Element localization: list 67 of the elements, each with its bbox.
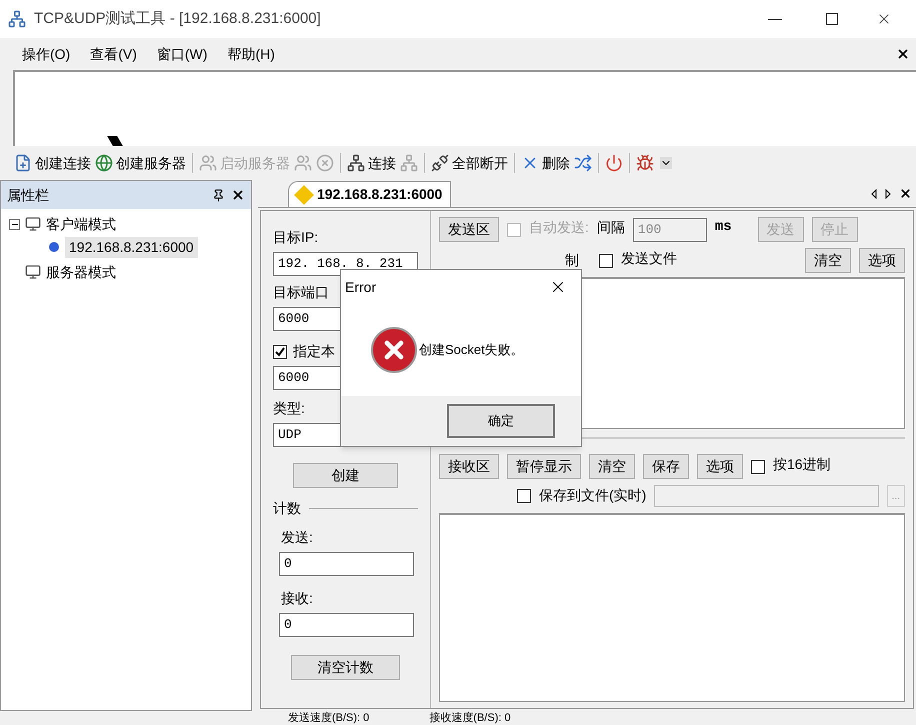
maximize-icon[interactable]	[826, 13, 838, 25]
field-label: 发送文件	[621, 249, 677, 268]
checkbox[interactable]	[599, 254, 613, 268]
tab-left-icon[interactable]	[871, 189, 877, 199]
minimize-icon[interactable]	[768, 18, 782, 20]
field-label: 制	[565, 251, 579, 270]
collapse-toggle[interactable]	[9, 218, 20, 230]
ok-button[interactable]: 确定	[447, 404, 555, 438]
field-label: ms	[714, 218, 732, 237]
tree-item[interactable]: 服务器模式	[46, 262, 116, 282]
overflow-icon[interactable]	[660, 157, 672, 169]
menu-item[interactable]: 查看(V)	[90, 44, 137, 64]
dialog-message: 创建Socket失败。	[419, 341, 524, 360]
field-label: 计数	[273, 499, 301, 518]
push-button[interactable]: 清空计数	[291, 655, 400, 680]
toolbar-button[interactable]: 全部断开	[431, 152, 508, 174]
window-title: TCP&UDP测试工具 - [192.168.8.231:6000]	[34, 8, 321, 29]
toolbar-button[interactable]: 删除	[521, 152, 570, 174]
input-field[interactable]: 0	[279, 613, 414, 637]
pin-icon[interactable]	[212, 188, 225, 202]
toolbar-button[interactable]: 创建服务器	[95, 152, 186, 174]
computer-icon	[25, 264, 41, 280]
panel-title: 属性栏	[7, 186, 50, 204]
toolbar-button[interactable]: 创建连接	[14, 152, 91, 174]
close-icon[interactable]	[899, 187, 912, 200]
field-label: 发送:	[281, 528, 313, 547]
receive-text-area[interactable]	[439, 513, 905, 702]
push-button[interactable]: 清空	[589, 454, 635, 479]
close-icon[interactable]	[896, 47, 910, 61]
field-label: 指定本	[293, 342, 335, 361]
status-text: 接收速度(B/S): 0	[429, 712, 511, 724]
field-label: 间隔	[596, 218, 625, 237]
field-label: 按16进制	[773, 455, 831, 474]
field-label: 目标端口	[273, 283, 329, 302]
menu-item[interactable]: 窗口(W)	[156, 44, 208, 64]
toolbar-button[interactable]: 连接	[347, 152, 396, 174]
checkbox[interactable]	[273, 344, 287, 358]
dialog-title: Error	[345, 278, 378, 296]
file-path-field[interactable]	[654, 485, 879, 507]
field-label: 类型:	[273, 399, 305, 418]
push-button[interactable]: 发送区	[439, 217, 499, 242]
tab-right-icon[interactable]	[885, 189, 891, 199]
menu-item[interactable]: 帮助(H)	[227, 44, 275, 64]
tree-item[interactable]: 客户端模式	[46, 214, 116, 234]
input-field[interactable]: 0	[279, 552, 414, 576]
document-tab[interactable]: 192.168.8.231:6000	[288, 181, 452, 207]
error-icon	[371, 327, 417, 373]
push-button[interactable]: 接收区	[439, 454, 499, 479]
push-button[interactable]: 保存	[643, 454, 689, 479]
menu-item[interactable]: 操作(O)	[22, 44, 70, 64]
cursor-mark-icon	[107, 136, 123, 146]
checkbox[interactable]	[751, 460, 765, 474]
close-icon[interactable]	[231, 188, 245, 202]
app-icon	[8, 10, 26, 28]
field-label: 自动发送:	[529, 218, 589, 237]
field-label: 接收:	[281, 589, 313, 608]
push-button[interactable]: 创建	[293, 463, 398, 488]
push-button[interactable]: 选项	[859, 248, 905, 273]
field-label: 目标IP:	[273, 228, 318, 247]
tree-item[interactable]: 192.168.8.231:6000	[65, 236, 198, 258]
checkbox[interactable]	[517, 489, 531, 503]
status-text: 发送速度(B/S): 0	[288, 712, 370, 724]
computer-icon	[25, 216, 41, 232]
push-button[interactable]: 暂停显示	[507, 454, 581, 479]
field-label: 保存到文件(实时)	[539, 486, 646, 505]
push-button[interactable]: 清空	[805, 248, 851, 273]
push-button[interactable]: 选项	[697, 454, 743, 479]
